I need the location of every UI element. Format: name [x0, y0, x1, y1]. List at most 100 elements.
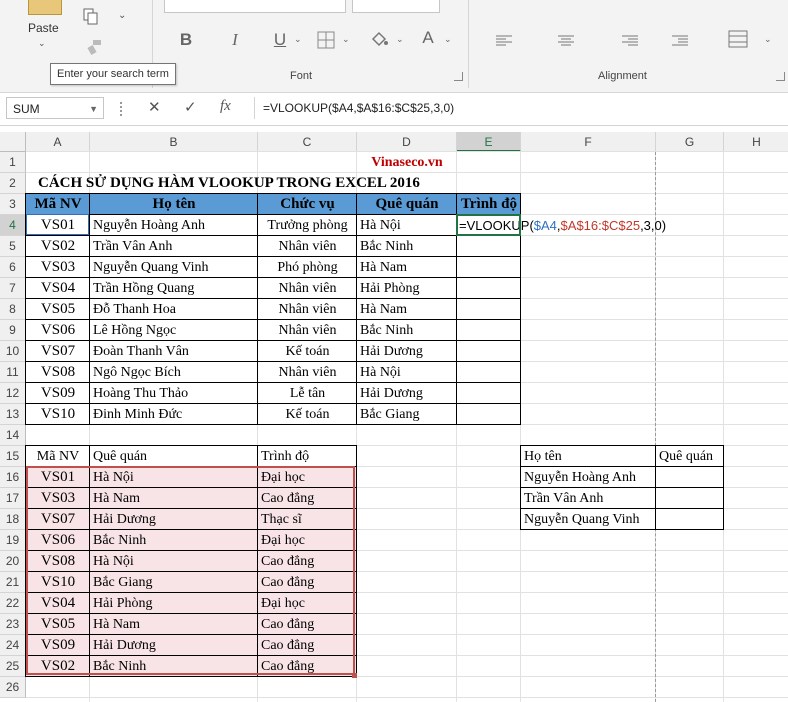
table1-position-cell[interactable]: Phó phòng [258, 257, 357, 278]
borders-dropdown-icon[interactable]: ⌄ [342, 34, 350, 45]
row-header-20[interactable]: 20 [0, 551, 26, 572]
row-header-23[interactable]: 23 [0, 614, 26, 635]
copy-dropdown-icon[interactable]: ⌄ [118, 10, 126, 21]
table1-position-cell[interactable]: Nhân viên [258, 299, 357, 320]
table1-id-cell[interactable]: VS08 [26, 362, 90, 383]
merge-center-icon[interactable] [728, 30, 748, 53]
row-header-6[interactable]: 6 [0, 257, 26, 278]
underline-dropdown-icon[interactable]: ⌄ [294, 34, 302, 45]
cancel-icon[interactable]: ✕ [148, 98, 161, 116]
row-header-1[interactable]: 1 [0, 152, 26, 173]
table1-hometown-cell[interactable]: Hải Dương [357, 383, 457, 404]
row-header-22[interactable]: 22 [0, 593, 26, 614]
table1-header-cell[interactable]: Mã NV [26, 194, 90, 215]
table3-name-cell[interactable]: Nguyễn Hoàng Anh [521, 467, 656, 488]
table2-header-cell[interactable]: Trình độ [258, 446, 357, 467]
table1-position-cell[interactable]: Trưởng phòng [258, 215, 357, 236]
row-header-25[interactable]: 25 [0, 656, 26, 677]
select-all-corner[interactable] [0, 132, 26, 152]
table1-header-cell[interactable]: Chức vụ [258, 194, 357, 215]
formula-bar-grip-icon[interactable] [120, 102, 125, 116]
column-header-h[interactable]: H [724, 132, 788, 152]
row-header-21[interactable]: 21 [0, 572, 26, 593]
row-header-18[interactable]: 18 [0, 509, 26, 530]
table2-header-cell[interactable]: Quê quán [90, 446, 258, 467]
row-header-26[interactable]: 26 [0, 677, 26, 698]
table1-id-cell[interactable]: VS06 [26, 320, 90, 341]
table1-id-cell[interactable]: VS09 [26, 383, 90, 404]
font-color-dropdown-icon[interactable]: ⌄ [444, 34, 452, 45]
name-box-dropdown-icon[interactable]: ▼ [89, 98, 98, 120]
table1-header-cell[interactable]: Trình độ [457, 194, 521, 215]
table1-id-cell[interactable]: VS10 [26, 404, 90, 425]
indent-icon[interactable] [672, 34, 690, 52]
range-handle[interactable] [352, 673, 357, 678]
table1-header-cell[interactable]: Họ tên [90, 194, 258, 215]
borders-icon[interactable] [316, 30, 336, 50]
font-size-box[interactable] [352, 0, 440, 13]
fill-color-icon[interactable] [368, 28, 390, 50]
fill-color-dropdown-icon[interactable]: ⌄ [396, 34, 404, 45]
table1-hometown-cell[interactable]: Hà Nam [357, 299, 457, 320]
row-header-7[interactable]: 7 [0, 278, 26, 299]
align-right-icon[interactable] [622, 34, 640, 52]
table3-header-cell[interactable]: Họ tên [521, 446, 656, 467]
paste-button[interactable]: Paste [28, 21, 59, 35]
merge-dropdown-icon[interactable]: ⌄ [764, 34, 772, 45]
table3-name-cell[interactable]: Nguyễn Quang Vinh [521, 509, 656, 530]
formula-input[interactable]: =VLOOKUP($A4,$A$16:$C$25,3,0) [254, 97, 784, 119]
table1-name-cell[interactable]: Nguyễn Hoàng Anh [90, 215, 258, 236]
column-header-a[interactable]: A [26, 132, 90, 152]
row-header-4[interactable]: 4 [0, 215, 26, 236]
column-header-b[interactable]: B [90, 132, 258, 152]
font-name-box[interactable] [164, 0, 346, 13]
bold-button[interactable]: B [176, 30, 196, 50]
italic-button[interactable]: I [225, 30, 245, 50]
table1-name-cell[interactable]: Nguyễn Quang Vinh [90, 257, 258, 278]
column-header-d[interactable]: D [357, 132, 457, 152]
table1-hometown-cell[interactable]: Hải Dương [357, 341, 457, 362]
row-header-5[interactable]: 5 [0, 236, 26, 257]
table1-hometown-cell[interactable]: Bắc Ninh [357, 320, 457, 341]
table1-hometown-cell[interactable]: Hà Nội [357, 215, 457, 236]
table1-name-cell[interactable]: Hoàng Thu Thảo [90, 383, 258, 404]
underline-button[interactable]: U [270, 30, 290, 50]
row-header-13[interactable]: 13 [0, 404, 26, 425]
row-header-16[interactable]: 16 [0, 467, 26, 488]
table1-position-cell[interactable]: Nhân viên [258, 362, 357, 383]
table1-hometown-cell[interactable]: Hà Nam [357, 257, 457, 278]
table1-position-cell[interactable]: Nhân viên [258, 278, 357, 299]
row-header-9[interactable]: 9 [0, 320, 26, 341]
table1-position-cell[interactable]: Kế toán [258, 404, 357, 425]
align-left-icon[interactable] [496, 34, 514, 52]
column-header-c[interactable]: C [258, 132, 357, 152]
paste-icon[interactable] [28, 0, 62, 15]
row-header-17[interactable]: 17 [0, 488, 26, 509]
row-header-12[interactable]: 12 [0, 383, 26, 404]
table1-id-cell[interactable]: VS07 [26, 341, 90, 362]
table1-hometown-cell[interactable]: Bắc Giang [357, 404, 457, 425]
table1-hometown-cell[interactable]: Hà Nội [357, 362, 457, 383]
table1-position-cell[interactable]: Lễ tân [258, 383, 357, 404]
row-header-11[interactable]: 11 [0, 362, 26, 383]
table3-header-cell[interactable]: Quê quán [656, 446, 724, 467]
copy-icon[interactable] [82, 8, 100, 26]
align-center-icon[interactable] [558, 34, 576, 52]
row-header-24[interactable]: 24 [0, 635, 26, 656]
row-header-14[interactable]: 14 [0, 425, 26, 446]
table1-hometown-cell[interactable]: Bắc Ninh [357, 236, 457, 257]
table1-name-cell[interactable]: Trần Vân Anh [90, 236, 258, 257]
sheet-title[interactable]: CÁCH SỬ DỤNG HÀM VLOOKUP TRONG EXCEL 201… [38, 173, 420, 194]
enter-check-icon[interactable]: ✓ [184, 98, 197, 116]
table1-name-cell[interactable]: Đoàn Thanh Vân [90, 341, 258, 362]
table1-id-cell[interactable]: VS02 [26, 236, 90, 257]
table1-name-cell[interactable]: Lê Hồng Ngọc [90, 320, 258, 341]
format-painter-icon[interactable] [86, 38, 104, 56]
table1-position-cell[interactable]: Kế toán [258, 341, 357, 362]
table1-name-cell[interactable]: Ngô Ngọc Bích [90, 362, 258, 383]
table1-name-cell[interactable]: Trần Hồng Quang [90, 278, 258, 299]
paste-dropdown-icon[interactable]: ⌄ [38, 38, 46, 49]
table3-name-cell[interactable]: Trần Vân Anh [521, 488, 656, 509]
brand-text[interactable]: Vinaseco.vn [357, 152, 457, 173]
row-header-8[interactable]: 8 [0, 299, 26, 320]
